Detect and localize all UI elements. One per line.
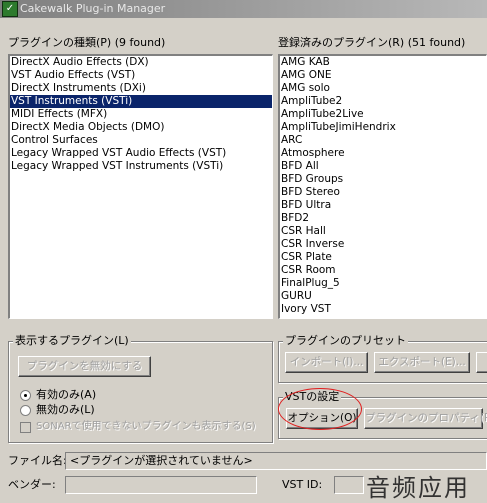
list-item[interactable]: AmpliTube2Live: [280, 108, 486, 121]
list-item[interactable]: AMG solo: [280, 82, 486, 95]
list-item[interactable]: VST Audio Effects (VST): [10, 69, 272, 82]
radio-enabled-only-label: 有効のみ(A): [36, 388, 97, 401]
list-item[interactable]: DirectX Audio Effects (DX): [10, 56, 272, 69]
list-item[interactable]: BFD Groups: [280, 173, 486, 186]
list-item[interactable]: CSR Plate: [280, 251, 486, 264]
plugin-properties-button[interactable]: プラグインのプロパティ(P): [364, 408, 487, 429]
vst-settings-group-title: VSTの設定: [283, 390, 342, 404]
list-item[interactable]: DirectX Media Objects (DMO): [10, 121, 272, 134]
list-item[interactable]: FinalPlug_5: [280, 277, 486, 290]
plugin-presets-group-title: プラグインのプリセット: [283, 334, 408, 348]
import-button[interactable]: インポート(I)...: [285, 352, 368, 373]
list-item[interactable]: BFD Stereo: [280, 186, 486, 199]
registered-plugins-listbox[interactable]: AMG KAB AMG ONE AMG solo AmpliTube2 AmpliTub…: [278, 54, 487, 319]
preset-extra-button[interactable]: [476, 352, 487, 373]
list-item[interactable]: Legacy Wrapped VST Audio Effects (VST): [10, 147, 272, 160]
list-item[interactable]: AMG KAB: [280, 56, 486, 69]
list-item[interactable]: Control Surfaces: [10, 134, 272, 147]
list-item[interactable]: AMG ONE: [280, 69, 486, 82]
list-item[interactable]: CSR Room: [280, 264, 486, 277]
list-item[interactable]: ARC: [280, 134, 486, 147]
list-item[interactable]: Atmosphere: [280, 147, 486, 160]
list-item[interactable]: MIDI Effects (MFX): [10, 108, 272, 121]
vst-id-field: [334, 476, 364, 494]
list-item[interactable]: Legacy Wrapped VST Instruments (VSTi): [10, 160, 272, 173]
list-item[interactable]: GURU: [280, 290, 486, 303]
vendor-label: ベンダー:: [8, 478, 56, 491]
export-button[interactable]: エクスポート(E)...: [374, 352, 470, 373]
list-item[interactable]: Ivory VST: [280, 303, 486, 316]
list-item[interactable]: AmpliTubeJimiHendrix: [280, 121, 486, 134]
app-icon: ✓: [2, 1, 18, 17]
plugin-types-listbox[interactable]: DirectX Audio Effects (DX) VST Audio Effe…: [8, 54, 273, 319]
radio-enabled-only[interactable]: [20, 390, 31, 401]
window-title: Cakewalk Plug-in Manager: [20, 2, 166, 15]
list-item[interactable]: BFD2: [280, 212, 486, 225]
options-button[interactable]: オプション(O): [286, 408, 358, 429]
list-item[interactable]: AmpliTube2: [280, 95, 486, 108]
show-unusable-checkbox[interactable]: [20, 422, 31, 433]
watermark-text: 音频应用: [366, 474, 470, 502]
list-item[interactable]: DirectX Instruments (DXi): [10, 82, 272, 95]
radio-disabled-only-label: 無効のみ(L): [36, 403, 95, 416]
list-item[interactable]: BFD All: [280, 160, 486, 173]
vendor-field: [65, 476, 257, 494]
list-item[interactable]: CSR Hall: [280, 225, 486, 238]
plugin-types-label: プラグインの種類(P) (9 found): [8, 36, 166, 49]
list-item[interactable]: BFD Ultra: [280, 199, 486, 212]
list-item[interactable]: CSR Inverse: [280, 238, 486, 251]
show-unusable-checkbox-label: SONARで使用できないプラグインも表示する(S): [36, 421, 256, 432]
radio-disabled-only[interactable]: [20, 405, 31, 416]
disable-plugin-button[interactable]: プラグインを無効にする: [18, 356, 151, 377]
registered-plugins-label: 登録済みのプラグイン(R) (51 found): [278, 36, 466, 49]
display-plugins-group-title: 表示するプラグイン(L): [13, 334, 131, 348]
vst-id-label: VST ID:: [282, 478, 323, 491]
list-item[interactable]: VST Instruments (VSTi): [10, 95, 272, 108]
radio-selected-dot: [24, 394, 27, 397]
filename-label: ファイル名:: [8, 454, 67, 467]
